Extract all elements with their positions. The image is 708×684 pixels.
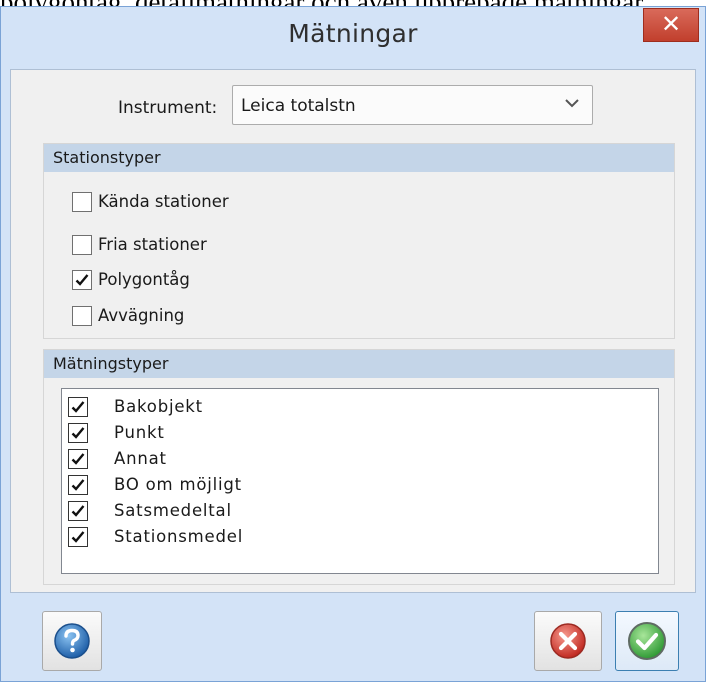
help-button[interactable] <box>42 611 102 671</box>
checkbox-box[interactable] <box>68 501 88 521</box>
instrument-label: Instrument: <box>118 98 218 118</box>
checkbox-label: Fria stationer <box>98 235 207 254</box>
checkbox-box[interactable] <box>68 527 88 547</box>
checkmark-icon <box>71 505 85 517</box>
matningstyper-header: Mätningstyper <box>44 350 674 378</box>
cancel-button[interactable] <box>534 611 602 671</box>
stationstyper-group: Stationstyper Kända stationer Fria stati… <box>43 143 675 339</box>
ok-icon <box>628 622 666 660</box>
matningstyper-group: Mätningstyper Bakobjekt Punkt Annat BO o… <box>43 349 675 585</box>
instrument-selected-value: Leica totalstn <box>241 96 356 116</box>
checkbox-box[interactable] <box>72 270 92 290</box>
list-item-label: Bakobjekt <box>114 397 203 416</box>
title-bar[interactable]: Mätningar ✕ <box>1 7 705 67</box>
checkmark-icon <box>71 427 85 439</box>
dialog-title: Mätningar <box>288 19 418 48</box>
help-icon <box>54 623 90 659</box>
list-item-label: Punkt <box>114 423 165 442</box>
checkmark-icon <box>75 274 89 286</box>
checkbox-box[interactable] <box>68 397 88 417</box>
checkbox-box[interactable] <box>72 235 92 255</box>
checkbox-label: Polygontåg <box>98 270 190 289</box>
checkbox-label: Avvägning <box>98 306 185 325</box>
checkbox-box[interactable] <box>68 423 88 443</box>
checkbox-box[interactable] <box>68 449 88 469</box>
checkmark-icon <box>71 453 85 465</box>
checkmark-icon <box>71 531 85 543</box>
checkbox-label: Kända stationer <box>98 192 229 211</box>
matningstyper-list[interactable]: Bakobjekt Punkt Annat BO om möjligt Sats… <box>61 388 659 574</box>
stationstyper-header: Stationstyper <box>44 144 674 172</box>
cancel-icon <box>550 623 586 659</box>
checkmark-icon <box>71 401 85 413</box>
list-item-label: BO om möjligt <box>114 475 242 494</box>
matningar-dialog: Mätningar ✕ Instrument: Leica totalstn S… <box>0 6 706 682</box>
close-button[interactable]: ✕ <box>643 8 699 42</box>
list-item-label: Satsmedeltal <box>114 501 232 520</box>
checkbox-box[interactable] <box>72 306 92 326</box>
checkmark-icon <box>71 479 85 491</box>
list-item-label: Stationsmedel <box>114 527 244 546</box>
list-item-label: Annat <box>114 449 167 468</box>
checkbox-box[interactable] <box>68 475 88 495</box>
chevron-down-icon <box>565 99 579 108</box>
checkbox-box[interactable] <box>72 192 92 212</box>
instrument-dropdown[interactable]: Leica totalstn <box>232 85 593 125</box>
ok-button[interactable] <box>615 611 679 671</box>
